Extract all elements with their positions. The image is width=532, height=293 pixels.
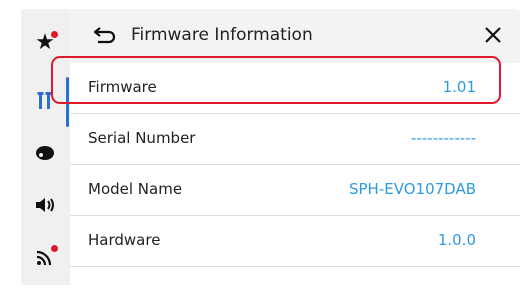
row-value: ------------ [411,129,476,147]
back-arrow-icon[interactable] [92,24,118,46]
sidebar-item-theme[interactable] [21,127,69,179]
sidebar-item-sound[interactable] [21,179,69,231]
row-value: 1.0.0 [437,231,476,249]
notification-dot [51,245,58,252]
info-row-firmware[interactable]: Firmware 1.01 [70,63,520,114]
row-value: SPH-EVO107DAB [348,180,476,198]
panel-header: Firmware Information [70,9,520,64]
row-label: Hardware [88,231,161,249]
row-value: 1.01 [442,78,476,96]
active-indicator [66,77,69,127]
info-row-serial-number[interactable]: Serial Number ------------ [70,114,520,165]
close-icon[interactable] [482,24,504,46]
sidebar-item-connectivity[interactable] [21,231,69,283]
row-label: Serial Number [88,129,196,147]
sidebar-item-tools[interactable] [21,75,69,127]
notification-dot [51,31,58,38]
app-frame: ★ Firmware Information Firmware 1.01 Ser… [21,9,520,285]
row-label: Model Name [88,180,183,198]
palette-icon [36,146,54,160]
info-row-hardware[interactable]: Hardware 1.0.0 [70,216,520,267]
speaker-icon [36,198,54,212]
row-label: Firmware [88,78,157,96]
sidebar: ★ [21,9,69,285]
info-row-model-name[interactable]: Model Name SPH-EVO107DAB [70,165,520,216]
tools-icon [37,92,52,109]
sidebar-item-favorites[interactable]: ★ [21,17,69,69]
page-title: Firmware Information [131,25,313,45]
firmware-panel: Firmware Information Firmware 1.01 Seria… [70,9,520,285]
